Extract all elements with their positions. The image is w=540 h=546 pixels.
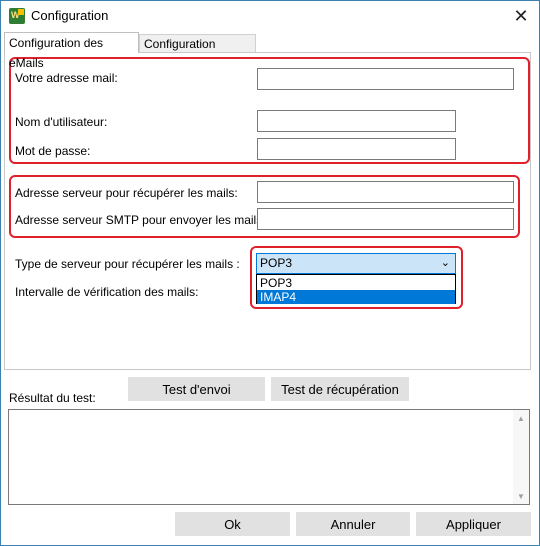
- smtp-server-field[interactable]: [257, 208, 514, 230]
- ok-button[interactable]: Ok: [175, 512, 290, 536]
- apply-button[interactable]: Appliquer: [416, 512, 531, 536]
- server-type-label: Type de serveur pour récupérer les mails…: [15, 257, 240, 271]
- option-imap4[interactable]: IMAP4: [257, 290, 455, 304]
- test-result-output[interactable]: ▲ ▼: [8, 409, 530, 505]
- vertical-scrollbar[interactable]: ▲ ▼: [513, 410, 529, 504]
- tab-advanced-config[interactable]: Configuration avancée: [139, 34, 256, 69]
- server-type-dropdown-list: POP3 IMAP4: [256, 274, 456, 304]
- window-title: Configuration: [31, 8, 109, 23]
- option-pop3[interactable]: POP3: [257, 276, 455, 290]
- receive-test-button[interactable]: Test de récupération: [271, 377, 409, 401]
- password-label: Mot de passe:: [15, 144, 91, 158]
- chevron-down-icon: ⌄: [440, 257, 450, 269]
- check-interval-label: Intervalle de vérification des mails:: [15, 285, 199, 299]
- send-test-button[interactable]: Test d'envoi: [128, 377, 265, 401]
- username-field[interactable]: [257, 110, 456, 132]
- incoming-server-field[interactable]: [257, 181, 514, 203]
- server-type-selected-value: POP3: [260, 256, 293, 270]
- username-label: Nom d'utilisateur:: [15, 115, 108, 129]
- email-field[interactable]: [257, 68, 514, 90]
- password-field[interactable]: [257, 138, 456, 160]
- email-label: Votre adresse mail:: [15, 71, 118, 85]
- server-type-select[interactable]: POP3 ⌄: [256, 253, 456, 274]
- smtp-server-label: Adresse serveur SMTP pour envoyer les ma…: [15, 213, 266, 227]
- tab-email-config[interactable]: Configuration des eMails: [4, 32, 139, 70]
- incoming-server-label: Adresse serveur pour récupérer les mails…: [15, 186, 238, 200]
- test-result-label: Résultat du test:: [9, 391, 96, 405]
- scroll-down-icon[interactable]: ▼: [513, 488, 529, 504]
- app-icon: W: [9, 8, 25, 24]
- scroll-up-icon[interactable]: ▲: [513, 410, 529, 426]
- cancel-button[interactable]: Annuler: [296, 512, 410, 536]
- close-button[interactable]: ✕: [506, 2, 536, 30]
